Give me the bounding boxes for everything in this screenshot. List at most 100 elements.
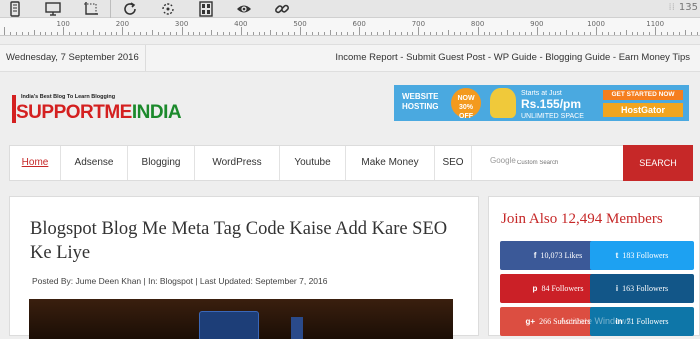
ruler-tick [211, 30, 213, 35]
sidebar-title: Join Also 12,494 Members [501, 211, 663, 227]
ruler-tick [424, 32, 426, 35]
ruler-tick [234, 32, 236, 35]
ruler-label: 700 [411, 20, 426, 28]
ruler-tick [536, 27, 538, 35]
crop-icon[interactable] [80, 0, 102, 18]
ruler-tick [323, 32, 325, 35]
ruler-tick [684, 30, 686, 35]
top-links[interactable]: Income Report - Submit Guest Post - WP G… [335, 45, 690, 71]
ruler-tick [134, 32, 136, 35]
ruler-tick [27, 32, 29, 35]
ruler-tick [288, 32, 290, 35]
search-input[interactable] [517, 154, 667, 172]
ruler-tick [578, 32, 580, 35]
ruler-tick [57, 32, 59, 35]
device-toolbar: ⁞⁞ 135 [0, 0, 700, 18]
ruler-tick [175, 32, 177, 35]
ruler-tick [442, 32, 444, 35]
ruler-tick [347, 32, 349, 35]
ruler-tick [513, 32, 515, 35]
ruler-tick [157, 32, 159, 35]
ruler-tick [507, 30, 509, 35]
ruler-tick [329, 30, 331, 35]
ruler-tick [530, 32, 532, 35]
ruler-tick [163, 32, 165, 35]
monitor-icon[interactable] [42, 0, 64, 18]
ruler-tick [406, 32, 408, 35]
ruler-tick [430, 32, 432, 35]
ruler-tick [596, 27, 597, 35]
ruler-tick [51, 32, 53, 35]
ruler-tick [300, 27, 301, 35]
logo-wordmark: SUPPORTMEINDIA [16, 102, 182, 123]
ruler-tick [613, 32, 615, 35]
ruler-tick [4, 27, 5, 35]
ruler-tick [21, 32, 23, 35]
ruler-tick [69, 32, 71, 35]
rotate-icon[interactable] [157, 0, 179, 18]
ruler-label: 400 [234, 20, 248, 28]
refresh-icon[interactable] [119, 0, 141, 18]
eye-icon[interactable] [233, 0, 255, 18]
nav-item-youtube[interactable]: Youtube [280, 146, 346, 180]
ruler-tick [98, 32, 100, 35]
ruler-tick [376, 32, 378, 35]
ruler-tick [572, 32, 574, 35]
ruler-tick [524, 32, 526, 35]
ruler-tick [519, 32, 521, 35]
columns-icon[interactable] [195, 0, 217, 18]
ruler-tick [246, 32, 248, 35]
ruler-tick [412, 32, 414, 35]
ruler-label: 200 [115, 20, 130, 28]
ruler-tick [584, 32, 586, 35]
post-title[interactable]: Blogspot Blog Me Meta Tag Code Kaise Add… [30, 217, 470, 265]
ruler-tick [471, 32, 473, 35]
ruler-tick [448, 30, 449, 35]
nav-item-home[interactable]: Home [10, 146, 61, 180]
ruler-label: 100 [56, 20, 70, 28]
ruler-tick [495, 32, 497, 35]
site-logo[interactable]: India's Best Blog To Learn Blogging SUPP… [12, 93, 190, 125]
ruler-tick [631, 32, 633, 35]
width-readout: ⁞⁞ 135 [668, 2, 698, 13]
ruler-tick [637, 32, 639, 35]
nav-item-seo[interactable]: SEO [435, 146, 472, 180]
ruler-tick [217, 32, 219, 35]
ruler-tick [353, 32, 355, 35]
ruler-tick [228, 32, 230, 35]
windows-activation-watermark: Activate Windows [560, 316, 632, 326]
nav-item-wordpress[interactable]: WordPress [195, 146, 280, 180]
ruler-tick [489, 32, 491, 35]
nav-item-make-money[interactable]: Make Money [346, 146, 435, 180]
ruler-tick [365, 32, 367, 35]
ad-get-started-button[interactable]: GET STARTED NOW [603, 90, 683, 100]
ruler-tick [625, 30, 627, 35]
hosting-ad-banner[interactable]: WEBSITE HOSTING NOW 30% OFF Starts at Just R… [394, 85, 689, 121]
ad-mascot-icon [490, 88, 516, 118]
ruler-tick [63, 27, 65, 35]
ruler-tick [607, 32, 609, 35]
instagram-followers-button[interactable]: i 163 Followers [590, 274, 694, 303]
sidebar-widget: Join Also 12,494 Members f 10,073 Likes … [488, 196, 700, 336]
google-logo: Google [490, 156, 516, 165]
twitter-followers-button[interactable]: t 183 Followers [590, 241, 694, 270]
link-icon[interactable] [271, 0, 293, 18]
ruler-tick [152, 30, 153, 35]
ruler-tick [305, 32, 307, 35]
mobile-icon[interactable] [4, 0, 26, 18]
facebook-icon: f [533, 251, 537, 260]
nav-item-adsense[interactable]: Adsense [61, 146, 128, 180]
ruler-tick [116, 32, 118, 35]
ruler-tick [9, 32, 11, 35]
ruler-tick [501, 32, 503, 35]
ruler-tick [436, 32, 438, 35]
googleplus-icon: g+ [525, 317, 536, 326]
ruler-tick [181, 27, 183, 35]
nav-item-blogging[interactable]: Blogging [128, 146, 195, 180]
pinterest-icon: p [532, 284, 538, 293]
ruler-tick [104, 32, 106, 35]
ruler-tick [696, 32, 698, 35]
ruler-tick [39, 32, 41, 35]
ruler-tick [619, 32, 621, 35]
ruler-tick [690, 32, 692, 35]
